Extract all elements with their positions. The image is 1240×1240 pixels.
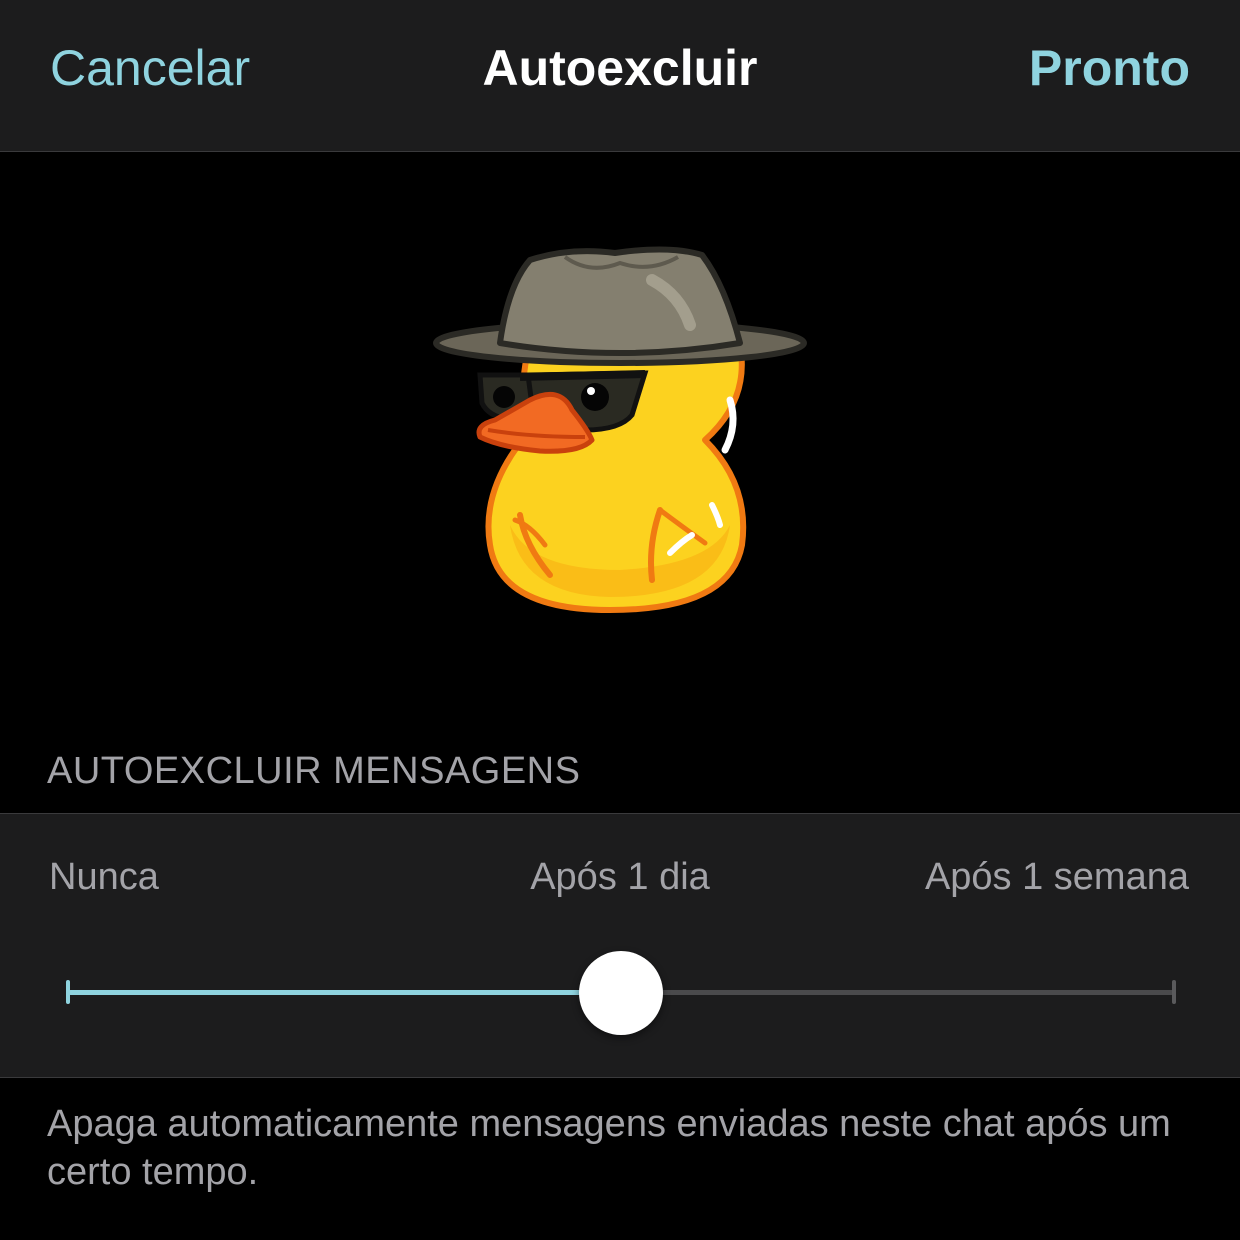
slider-card: Nunca Após 1 dia Após 1 semana [0,813,1240,1078]
navigation-bar: Cancelar Autoexcluir Pronto [0,0,1240,152]
duck-with-hat-and-sunglasses-icon [433,246,807,613]
section-header: AUTOEXCLUIR MENSAGENS [47,750,581,792]
slider-end-tick [1172,980,1176,1004]
description-text: Apaga automaticamente mensagens enviadas… [47,1103,1171,1193]
done-button[interactable]: Pronto [1029,38,1190,98]
slider-thumb[interactable] [579,951,663,1035]
cancel-button[interactable]: Cancelar [50,38,250,98]
slider-fill [68,990,621,995]
option-label-one-week[interactable]: Após 1 semana [925,854,1189,900]
